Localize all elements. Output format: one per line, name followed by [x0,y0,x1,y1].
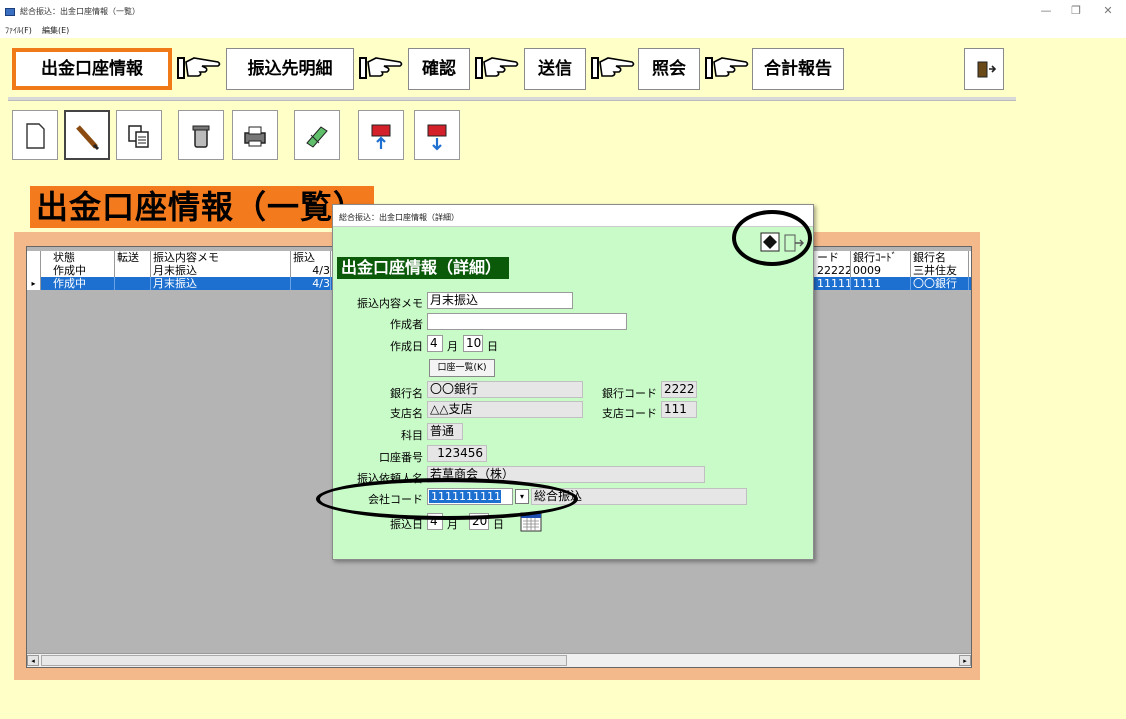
window-title: 総合振込：出金口座情報（一覧） [20,7,140,16]
step-inquiry-button[interactable]: 照会 [638,48,700,90]
bank-name-label: 銀行名 [390,387,423,400]
row-selector-icon: ▸ [27,277,41,290]
branch-code-label: 支店コード [602,407,657,420]
created-day-field[interactable]: 10 [463,335,483,352]
pointing-hand-icon [177,57,221,79]
close-button[interactable]: ✕ [1098,4,1118,17]
scroll-right-icon[interactable]: ▸ [959,655,971,666]
pointing-hand-icon [475,57,519,79]
memo-field[interactable]: 月末振込 [427,292,573,309]
created-date-label: 作成日 [390,340,423,353]
code-cell: 22222 [817,264,851,277]
transfer-button[interactable] [294,110,340,160]
bank-code-label: 銀行コード [602,387,657,400]
exit-button[interactable] [964,48,1004,90]
exit-door-icon [977,61,997,78]
status-cell: 作成中 [51,277,115,290]
app-icon [5,8,15,16]
copy-button[interactable] [116,110,162,160]
bank-code-cell: 0009 [851,264,911,277]
printer-icon [244,126,266,147]
subject-field: 普通 [427,423,463,440]
memo-cell: 月末振込 [151,277,291,290]
column-header[interactable]: ード [815,251,851,264]
author-field[interactable] [427,313,627,330]
list-page-title: 出金口座情報（一覧） [30,186,375,228]
column-header[interactable]: 銀行ｺｰﾄﾞ [851,251,911,264]
bank-code-cell: 1111 [851,277,911,290]
trash-icon [192,125,210,148]
window-titlebar: 総合振込：出金口座情報（一覧） — ❐ ✕ [0,0,1126,24]
scroll-left-icon[interactable]: ◂ [27,655,39,666]
pointing-hand-icon [591,57,635,79]
account-number-label: 口座番号 [379,451,423,464]
step-payee-detail-button[interactable]: 振込先明細 [226,48,354,90]
pointing-hand-icon [705,57,749,79]
transfer-cell [115,264,151,277]
export-button[interactable] [414,110,460,160]
column-header[interactable]: 状態 [51,251,115,264]
menu-edit[interactable]: 編集(E) [42,25,69,36]
import-icon [371,124,391,149]
bank-name-cell: 三井住友 [911,264,969,277]
status-cell: 作成中 [51,264,115,277]
new-document-icon [26,123,45,149]
date-cell: 4/3 [291,264,331,277]
branch-code-field: 111 [661,401,697,418]
pointing-hand-icon [359,57,403,79]
step-send-button[interactable]: 送信 [524,48,586,90]
column-header[interactable]: 銀行名 [911,251,969,264]
subject-label: 科目 [401,429,423,442]
maximize-button[interactable]: ❐ [1066,4,1086,17]
account-number-field: 123456 [427,445,487,462]
import-button[interactable] [358,110,404,160]
step-account-info-button[interactable]: 出金口座情報 [12,48,172,90]
branch-name-label: 支店名 [390,407,423,420]
dialog-title: 総合振込：出金口座情報（詳細） [339,213,459,222]
delete-button[interactable] [178,110,224,160]
menu-file[interactable]: ﾌｧｲﾙ(F) [5,25,32,36]
new-button[interactable] [12,110,58,160]
column-header[interactable]: 振込内容メモ [151,251,291,264]
bank-code-field: 2222 [661,381,697,398]
account-list-button[interactable]: 口座一覧(K) [429,359,495,377]
annotation-circle-company-code [316,478,578,520]
export-icon [427,124,447,151]
horizontal-scrollbar[interactable]: ◂ ▸ [27,653,971,667]
edit-button[interactable] [64,110,110,160]
step-confirm-button[interactable]: 確認 [408,48,470,90]
branch-name-field: △△支店 [427,401,583,418]
menu-bar: ﾌｧｲﾙ(F) 編集(E) [0,24,1126,38]
month-label: 月 [447,340,458,353]
day-label: 日 [487,340,498,353]
bank-name-field: 〇〇銀行 [427,381,583,398]
minimize-button[interactable]: — [1036,4,1056,17]
bank-name-cell: 〇〇銀行 [911,277,969,290]
scroll-thumb[interactable] [41,655,567,666]
created-month-field[interactable]: 4 [427,335,443,352]
copy-icon [128,125,149,148]
print-button[interactable] [232,110,278,160]
dialog-heading: 出金口座情報（詳細） [337,257,510,279]
memo-cell: 月末振込 [151,264,291,277]
code-cell: 11111 [817,277,851,290]
annotation-circle-save [732,210,812,266]
memo-label: 振込内容メモ [357,297,423,310]
column-header[interactable]: 転送 [115,251,151,264]
toolbar-divider [8,97,1016,101]
date-cell: 4/3 [291,277,331,290]
money-transfer-icon [306,126,328,148]
transfer-cell [115,277,151,290]
column-header[interactable]: 振込 [291,251,331,264]
step-total-report-button[interactable]: 合計報告 [752,48,844,90]
pencil-icon [76,125,100,151]
author-label: 作成者 [390,318,423,331]
